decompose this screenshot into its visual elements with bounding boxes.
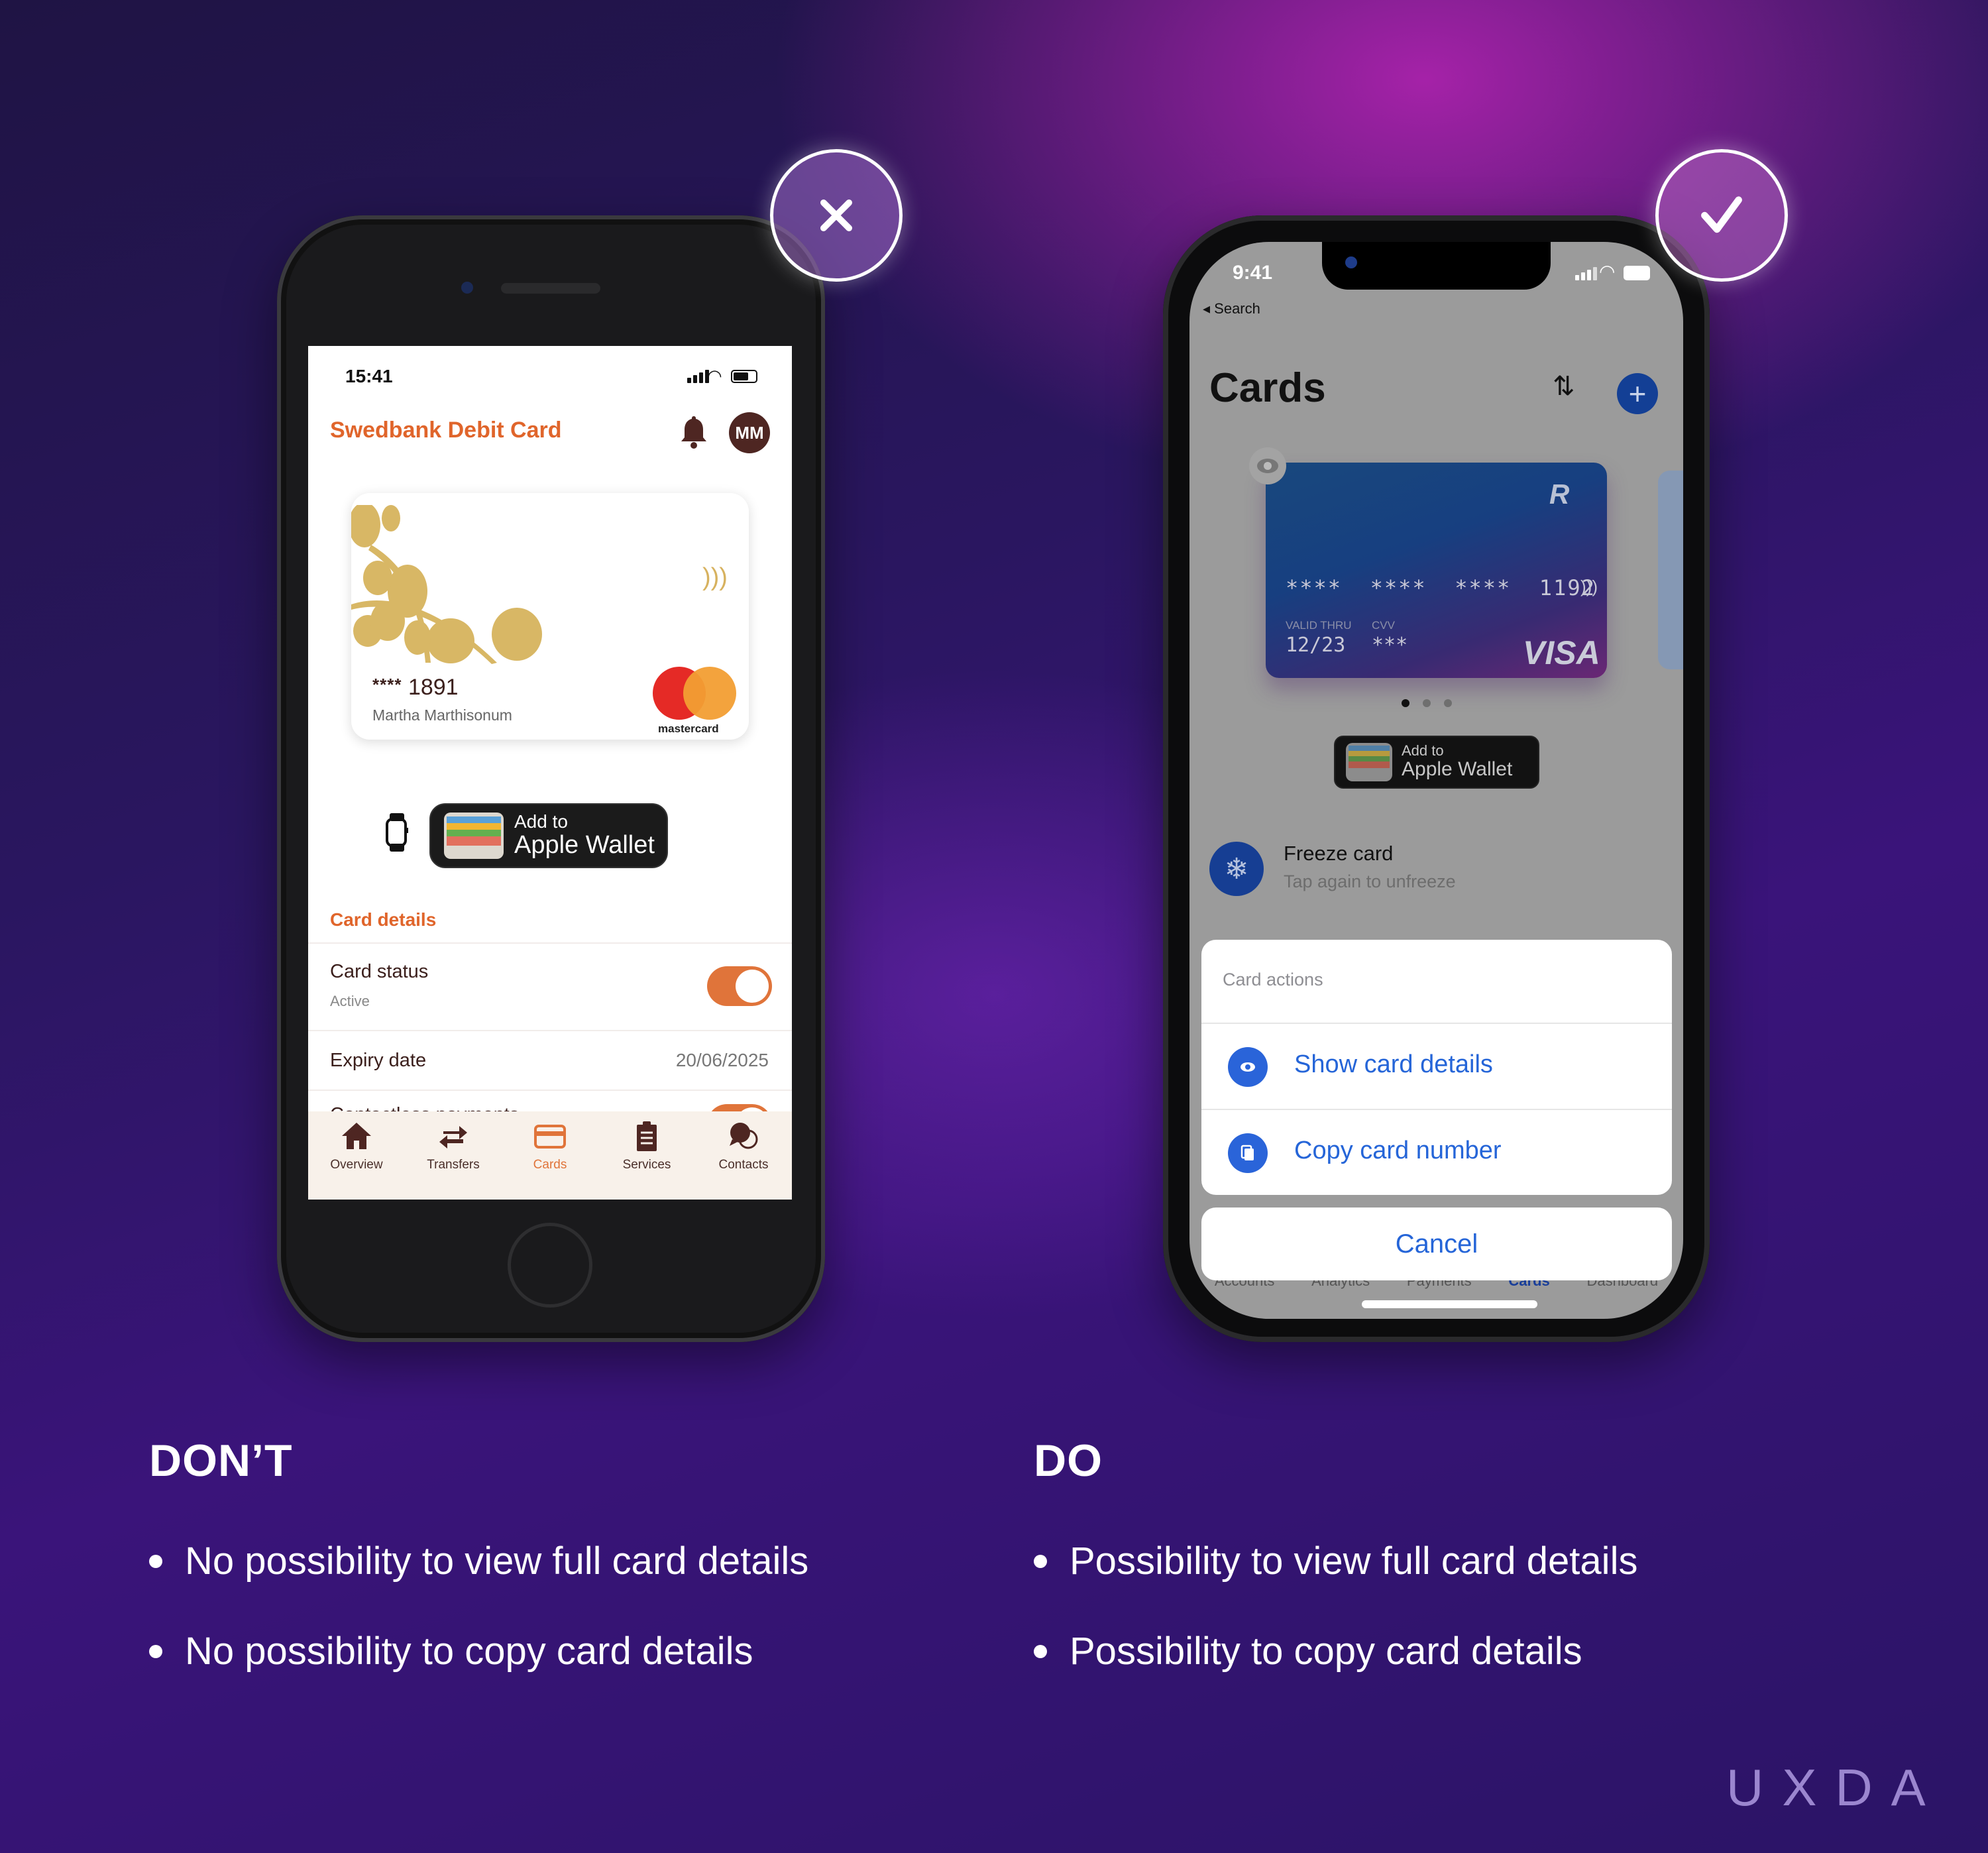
dont-heading: DON’T [149,1435,293,1486]
sort-arrows-icon[interactable]: ⇅ [1553,371,1575,402]
do-heading: DO [1034,1435,1103,1486]
wallet-icon [444,813,504,859]
debit-card[interactable]: ))) **** 1891 Martha Marthisonum masterc… [351,493,749,740]
freeze-card-subtitle: Tap again to unfreeze [1284,871,1456,891]
eye-icon[interactable] [1249,447,1286,484]
notch [1322,242,1551,290]
cancel-button[interactable]: Cancel [1201,1207,1672,1280]
battery-icon [731,370,757,383]
swedbank-screen: 15:41 ◠ Swedbank Debit Card MM ))) **** … [308,346,792,1200]
row-expiry-date: Expiry date 20/06/2025 [308,1030,792,1090]
do-bullet: Possibility to copy card details [1034,1629,1582,1673]
card-number: **** **** **** 1192 [1286,575,1596,600]
valid-thru: 12/23 [1286,634,1346,657]
tab-transfers[interactable]: Transfers [405,1111,502,1200]
transfer-arrows-icon [439,1126,467,1149]
signal-icon [687,370,709,383]
section-card-details: Card details [330,909,437,930]
home-button[interactable] [508,1223,592,1308]
front-camera [1345,256,1357,268]
revolut-logo: R [1549,478,1570,510]
front-camera [461,282,473,294]
checkmark-icon [1655,149,1788,282]
contactless-icon: ))) [1580,577,1598,596]
cards-screen: 9:41 ◠ ◂ Search Cards ⇅ + R **** **** **… [1189,242,1683,1319]
copy-card-number-action[interactable]: Copy card number [1201,1109,1672,1195]
battery-icon [1624,266,1650,280]
page-title: Swedbank Debit Card [330,418,562,443]
next-card-peek[interactable] [1658,471,1683,669]
card-status-toggle[interactable] [707,966,772,1006]
status-time: 9:41 [1233,262,1273,284]
mastercard-logo: mastercard [653,667,736,735]
contactless-icon: ))) [702,563,728,591]
add-to-apple-wallet-button[interactable]: Add to Apple Wallet [429,803,668,868]
back-to-search-link[interactable]: ◂ Search [1203,300,1260,317]
virtual-visa-card[interactable]: R **** **** **** 1192 ))) VALID THRU CVV… [1266,463,1607,678]
close-x-icon [770,149,903,282]
visa-logo: VISA [1523,634,1600,671]
snowflake-icon[interactable]: ❄ [1209,842,1264,896]
do-bullet: Possibility to view full card details [1034,1539,1637,1583]
wifi-icon: ◠ [1599,261,1616,282]
eye-icon [1228,1047,1268,1087]
tab-cards[interactable]: Cards [502,1111,598,1200]
card-icon [534,1125,566,1149]
apple-watch-icon [386,813,408,852]
dont-bullet: No possibility to view full card details [149,1539,808,1583]
oak-leaves-artwork [351,505,542,664]
tab-contacts[interactable]: Contacts [695,1111,792,1200]
add-to-apple-wallet-button[interactable]: Add to Apple Wallet [1334,736,1539,789]
speaker-grille [501,283,600,294]
copy-icon [1228,1133,1268,1173]
tab-overview[interactable]: Overview [308,1111,405,1200]
sheet-header: Card actions [1223,970,1323,989]
bell-icon[interactable] [679,415,708,449]
row-card-status: Card status Active [308,942,792,1030]
signal-icon [1575,267,1597,280]
chat-bubbles-icon [730,1123,758,1149]
card-pager-dots[interactable] [1402,699,1452,707]
add-card-button[interactable]: + [1617,373,1658,414]
tab-services[interactable]: Services [598,1111,695,1200]
uxda-logo: UXDA [1726,1758,1944,1817]
show-card-details-action[interactable]: Show card details [1201,1023,1672,1109]
cvv: *** [1372,634,1408,657]
clipboard-icon [637,1121,657,1151]
freeze-card-title[interactable]: Freeze card [1284,842,1393,866]
dont-bullet: No possibility to copy card details [149,1629,753,1673]
page-title: Cards [1209,365,1326,411]
wallet-icon [1346,743,1392,781]
card-number: **** 1891 [372,675,459,700]
card-actions-sheet: Card actions Show card details Copy card… [1201,940,1672,1195]
status-time: 15:41 [345,366,393,386]
cardholder-name: Martha Marthisonum [372,706,512,724]
avatar[interactable]: MM [729,412,770,453]
home-indicator [1362,1300,1537,1308]
home-icon [342,1123,371,1149]
bottom-tab-bar: Overview Transfers Cards Services Contac… [308,1111,792,1200]
wifi-icon: ◠ [707,366,722,386]
